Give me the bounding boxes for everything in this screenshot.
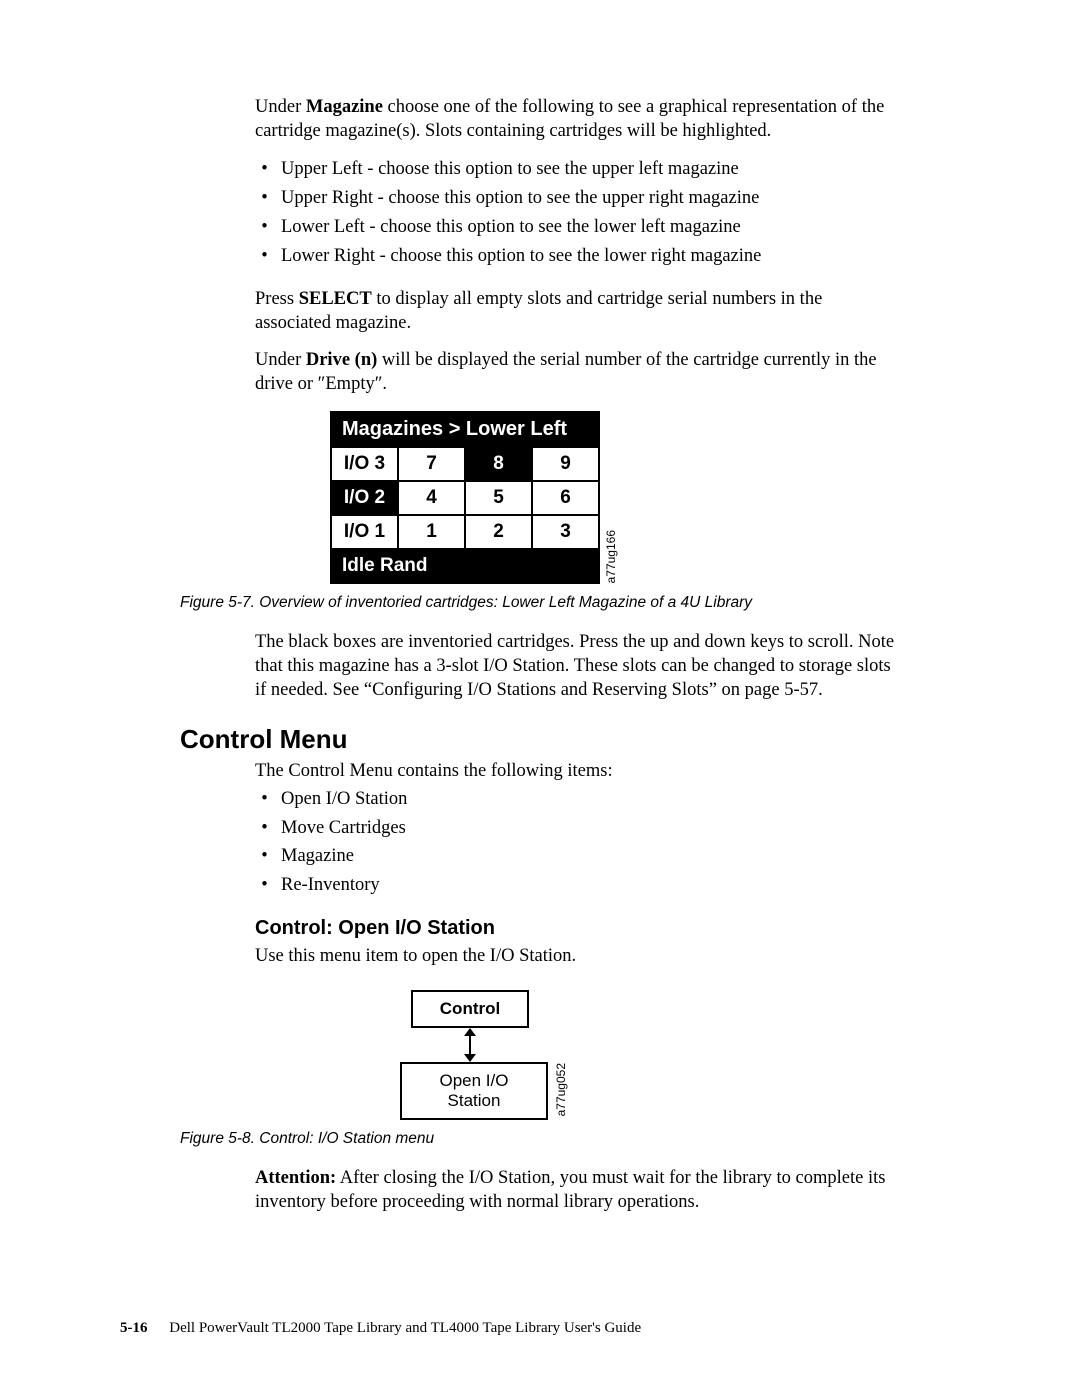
figure-5-7: Magazines > Lower Left I/O 3 7 8 9 I/O 2… <box>330 411 600 584</box>
io-cell: I/O 3 <box>331 447 398 481</box>
magazine-options-list: Upper Left - choose this option to see t… <box>255 156 900 269</box>
list-item: Lower Right - choose this option to see … <box>277 243 900 270</box>
double-arrow-icon <box>464 1028 476 1062</box>
figure-id-label: a77ug166 <box>604 530 618 583</box>
list-item: Open I/O Station <box>277 786 900 813</box>
slot-cell: 6 <box>532 481 599 515</box>
io-cell-inventoried: I/O 2 <box>331 481 398 515</box>
control-open-io-heading: Control: Open I/O Station <box>255 917 900 940</box>
bold-text: Magazine <box>306 97 383 117</box>
table-header: Magazines > Lower Left <box>331 412 599 447</box>
text: Under <box>255 350 306 370</box>
paragraph-blackboxes: The black boxes are inventoried cartridg… <box>255 630 900 702</box>
page-footer: 5-16 Dell PowerVault TL2000 Tape Library… <box>120 1320 641 1337</box>
slot-cell: 5 <box>465 481 532 515</box>
control-intro: The Control Menu contains the following … <box>255 759 900 783</box>
list-item: Upper Left - choose this option to see t… <box>277 156 900 183</box>
control-open-io-text: Use this menu item to open the I/O Stati… <box>255 944 900 968</box>
slot-cell: 7 <box>398 447 465 481</box>
control-menu-heading: Control Menu <box>180 724 900 755</box>
list-item: Re-Inventory <box>277 872 900 899</box>
paragraph-drive: Under Drive (n) will be displayed the se… <box>255 348 900 396</box>
attention-label: Attention: <box>255 1168 336 1188</box>
attention-text: After closing the I/O Station, you must … <box>255 1168 885 1212</box>
page-number: 5-16 <box>120 1320 148 1336</box>
page-content: Under Magazine choose one of the followi… <box>0 0 1080 1214</box>
bold-text: SELECT <box>299 289 372 309</box>
io-cell: I/O 1 <box>331 515 398 549</box>
slot-cell: 2 <box>465 515 532 549</box>
list-item: Lower Left - choose this option to see t… <box>277 214 900 241</box>
text: Press <box>255 289 299 309</box>
text: Under <box>255 97 306 117</box>
bold-text: Drive (n) <box>306 350 377 370</box>
figure-5-7-caption: Figure 5-7. Overview of inventoried cart… <box>180 594 900 612</box>
table-row: I/O 1 1 2 3 <box>331 515 599 549</box>
magazine-table: Magazines > Lower Left I/O 3 7 8 9 I/O 2… <box>330 411 600 584</box>
figure-5-8-caption: Figure 5-8. Control: I/O Station menu <box>180 1130 900 1148</box>
figure-id-label: a77ug052 <box>554 1063 568 1116</box>
table-row: I/O 3 7 8 9 <box>331 447 599 481</box>
slot-cell-inventoried: 8 <box>465 447 532 481</box>
document-title: Dell PowerVault TL2000 Tape Library and … <box>169 1320 641 1336</box>
paragraph-magazine: Under Magazine choose one of the followi… <box>255 95 900 143</box>
slot-cell: 1 <box>398 515 465 549</box>
figure-5-8: Control Open I/O Station a77ug052 <box>380 990 560 1120</box>
slot-cell: 9 <box>532 447 599 481</box>
paragraph-select: Press SELECT to display all empty slots … <box>255 287 900 335</box>
open-io-box: Open I/O Station <box>400 1062 548 1120</box>
attention-paragraph: Attention: After closing the I/O Station… <box>255 1166 900 1214</box>
control-box: Control <box>411 990 529 1028</box>
slot-cell: 3 <box>532 515 599 549</box>
control-items-list: Open I/O Station Move Cartridges Magazin… <box>255 786 900 899</box>
slot-cell: 4 <box>398 481 465 515</box>
list-item: Magazine <box>277 843 900 870</box>
table-footer: Idle Rand <box>331 549 599 583</box>
table-row: I/O 2 4 5 6 <box>331 481 599 515</box>
list-item: Upper Right - choose this option to see … <box>277 185 900 212</box>
list-item: Move Cartridges <box>277 815 900 842</box>
